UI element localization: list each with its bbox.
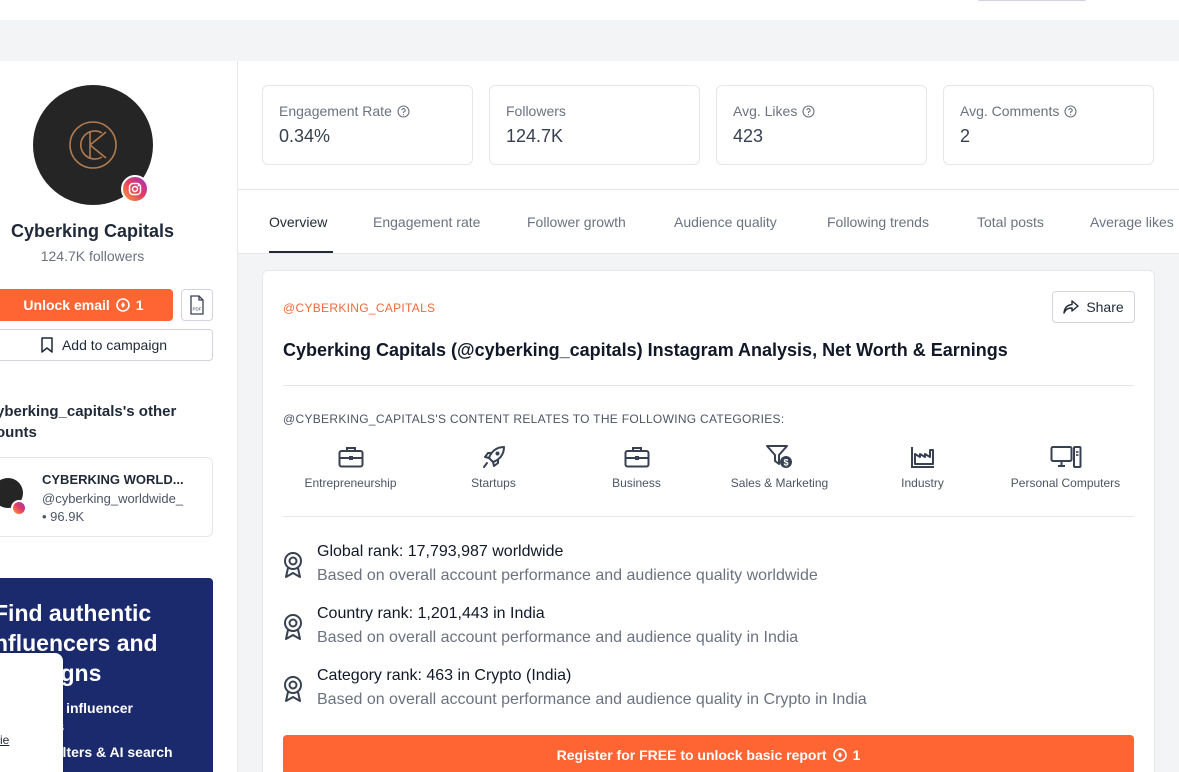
category-label: Entrepreneurship bbox=[304, 476, 397, 490]
stat-label: Avg. Likes bbox=[733, 103, 798, 119]
award-icon bbox=[284, 614, 302, 640]
other-account-name: CYBERKING WORLD... bbox=[42, 472, 184, 487]
stat-followers: Followers 124.7K bbox=[489, 85, 700, 165]
stat-label: Engagement Rate bbox=[279, 103, 392, 119]
category-sales-marketing[interactable]: $ Sales & Marketing bbox=[708, 443, 851, 490]
handle-label: @CYBERKING_CAPITALS bbox=[283, 301, 436, 315]
stats-row: Engagement Rate 0.34% Followers 124.7K A… bbox=[238, 61, 1179, 190]
category-rank: Category rank: 463 in Crypto (India) Bas… bbox=[283, 667, 1134, 717]
tab-audience-quality[interactable]: Audience quality bbox=[674, 214, 777, 230]
register-cost: 1 bbox=[852, 747, 861, 763]
rank-title: Country rank: 1,201,443 in India bbox=[317, 605, 545, 622]
register-label: Register for FREE to unlock basic report bbox=[556, 747, 827, 763]
tab-following-trends[interactable]: Following trends bbox=[827, 214, 929, 230]
report-title: Cyberking Capitals (@cyberking_capitals)… bbox=[283, 340, 1008, 360]
category-business[interactable]: Business bbox=[565, 443, 708, 490]
stat-engagement-rate: Engagement Rate 0.34% bbox=[262, 85, 473, 165]
instagram-icon bbox=[11, 500, 27, 516]
tab-engagement-rate[interactable]: Engagement rate bbox=[373, 214, 480, 230]
rocket-icon bbox=[482, 446, 505, 468]
promo-bullet: + influencer bbox=[54, 700, 133, 716]
bookmark-icon bbox=[41, 337, 53, 353]
ck-logo-icon bbox=[69, 121, 117, 169]
other-account-card[interactable]: CYBERKING WORLD... @cyberking_worldwide_… bbox=[0, 457, 213, 537]
unlock-email-label: Unlock email bbox=[23, 297, 110, 313]
help-icon[interactable] bbox=[802, 104, 815, 118]
share-label: Share bbox=[1086, 299, 1124, 315]
add-to-campaign-button[interactable]: Add to campaign bbox=[0, 329, 213, 361]
overview-report-card: @CYBERKING_CAPITALS Share Cyberking Capi… bbox=[262, 270, 1155, 772]
divider bbox=[283, 385, 1134, 386]
credit-icon bbox=[832, 748, 847, 762]
stat-avg-comments: Avg. Comments 2 bbox=[943, 85, 1154, 165]
funnel-dollar-icon: $ bbox=[765, 445, 792, 468]
help-icon[interactable] bbox=[397, 104, 410, 118]
category-entrepreneurship[interactable]: Entrepreneurship bbox=[279, 443, 422, 490]
stat-value: 124.7K bbox=[506, 126, 564, 146]
stat-value: 423 bbox=[733, 126, 764, 146]
unlock-email-button[interactable]: Unlock email 1 bbox=[0, 289, 173, 321]
award-icon bbox=[284, 676, 302, 702]
tab-total-posts[interactable]: Total posts bbox=[977, 214, 1044, 230]
category-personal-computers[interactable]: Personal Computers bbox=[994, 443, 1137, 490]
category-label: Sales & Marketing bbox=[730, 476, 829, 490]
briefcase-icon bbox=[338, 447, 363, 468]
computer-icon bbox=[1050, 446, 1081, 468]
svg-text:$: $ bbox=[783, 458, 788, 468]
cookie-link[interactable]: ie bbox=[0, 733, 9, 747]
register-free-button[interactable]: Register for FREE to unlock basic report… bbox=[283, 735, 1134, 772]
credit-icon bbox=[115, 298, 130, 312]
other-account-handle: @cyberking_worldwide_ bbox=[42, 491, 184, 506]
active-tab-indicator bbox=[269, 251, 333, 253]
rank-description: Based on overall account performance and… bbox=[317, 629, 799, 646]
cookie-popup: ie bbox=[0, 653, 63, 772]
rank-description: Based on overall account performance and… bbox=[317, 567, 818, 584]
profile-followers: 124.7K followers bbox=[40, 248, 145, 264]
main-content: Engagement Rate 0.34% Followers 124.7K A… bbox=[238, 61, 1179, 772]
share-icon bbox=[1063, 300, 1080, 314]
add-to-campaign-label: Add to campaign bbox=[61, 337, 168, 353]
top-bar bbox=[0, 0, 1179, 20]
briefcase-icon bbox=[624, 447, 649, 468]
share-button[interactable]: Share bbox=[1052, 291, 1135, 323]
pdf-icon: PDF bbox=[190, 295, 204, 315]
promo-bullet: filters & AI search bbox=[54, 744, 173, 760]
stat-avg-likes: Avg. Likes 423 bbox=[716, 85, 927, 165]
tab-follower-growth[interactable]: Follower growth bbox=[527, 214, 626, 230]
tab-overview[interactable]: Overview bbox=[269, 214, 327, 230]
categories-heading: @CYBERKING_CAPITALS'S CONTENT RELATES TO… bbox=[283, 412, 785, 426]
rank-title: Global rank: 17,793,987 worldwide bbox=[317, 543, 564, 560]
pdf-label: PDF bbox=[193, 307, 202, 312]
other-account-followers: • 96.9K bbox=[42, 509, 85, 524]
global-rank: Global rank: 17,793,987 worldwide Based … bbox=[283, 543, 1134, 593]
rank-description: Based on overall account performance and… bbox=[317, 691, 867, 708]
category-label: Business bbox=[612, 476, 661, 490]
tab-average-likes[interactable]: Average likes bbox=[1090, 214, 1174, 230]
report-tabs: Overview Engagement rate Follower growth… bbox=[238, 190, 1179, 254]
category-label: Industry bbox=[901, 476, 944, 490]
profile-name: Cyberking Capitals bbox=[10, 221, 175, 241]
award-icon bbox=[284, 552, 302, 578]
category-industry[interactable]: Industry bbox=[851, 443, 994, 490]
stat-value: 0.34% bbox=[279, 126, 331, 146]
other-accounts-title: yberking_capitals's other ounts bbox=[0, 403, 177, 441]
unlock-email-cost: 1 bbox=[135, 297, 144, 313]
rank-title: Category rank: 463 in Crypto (India) bbox=[317, 667, 572, 684]
category-startups[interactable]: Startups bbox=[422, 443, 565, 490]
category-label: Startups bbox=[471, 476, 516, 490]
download-pdf-button[interactable]: PDF bbox=[181, 289, 213, 321]
help-icon[interactable] bbox=[1064, 104, 1077, 118]
category-label: Personal Computers bbox=[1010, 476, 1121, 490]
instagram-icon bbox=[121, 175, 149, 203]
top-bar-control[interactable] bbox=[978, 0, 1086, 1]
stat-label: Followers bbox=[506, 103, 566, 119]
stat-label: Avg. Comments bbox=[960, 103, 1060, 119]
factory-icon bbox=[910, 447, 934, 468]
divider bbox=[283, 516, 1134, 517]
stat-value: 2 bbox=[960, 126, 971, 146]
country-rank: Country rank: 1,201,443 in India Based o… bbox=[283, 605, 1134, 655]
